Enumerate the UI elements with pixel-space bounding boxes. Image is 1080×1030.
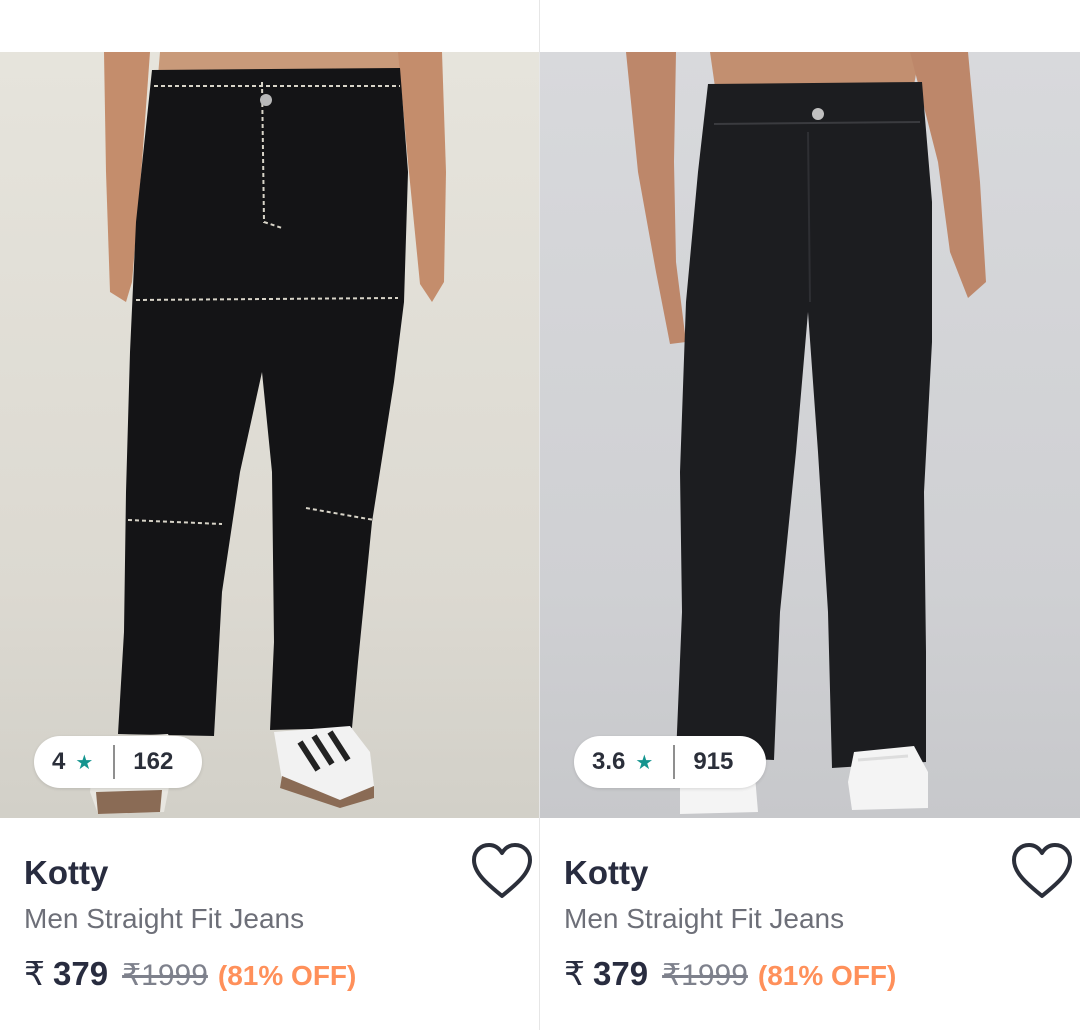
rating-value: 3.6	[592, 748, 626, 775]
rating-badge: 4 ★ 162	[34, 736, 202, 788]
currency-symbol: ₹	[24, 955, 45, 992]
star-icon: ★	[75, 751, 94, 774]
price-row: ₹379 ₹1999 (81% OFF)	[564, 954, 1064, 993]
product-image[interactable]	[0, 52, 540, 818]
price-value: 379	[53, 955, 109, 992]
rating-badge: 3.6 ★ 915	[574, 736, 766, 788]
rating-divider	[113, 745, 116, 779]
product-name: Men Straight Fit Jeans	[24, 903, 305, 934]
selling-price: ₹379	[24, 954, 108, 993]
product-image[interactable]	[540, 52, 1080, 818]
wishlist-button[interactable]	[1010, 842, 1074, 900]
price-value: 379	[593, 955, 649, 992]
rating-count: 915	[693, 748, 734, 775]
product-info[interactable]: Kotty Men Straight Fit Jeans ₹379 ₹1999 …	[24, 818, 524, 993]
product-brand: Kotty	[24, 854, 109, 891]
currency-symbol: ₹	[564, 955, 585, 992]
card-divider	[539, 0, 540, 1030]
rating-divider	[673, 745, 676, 779]
discount-label: (81% OFF)	[217, 960, 357, 991]
jeans-photo-illustration	[90, 52, 446, 814]
star-icon: ★	[635, 751, 654, 774]
original-price: ₹1999	[662, 959, 748, 992]
rating-value: 4	[52, 748, 66, 775]
product-card[interactable]: 3.6 ★ 915 Kotty Men Straight Fit Jeans ₹…	[540, 0, 1080, 1030]
product-grid: 4 ★ 162 Kotty Men Straight Fit Jeans ₹37…	[0, 0, 1080, 1030]
selling-price: ₹379	[564, 954, 648, 993]
heart-outline-icon	[472, 843, 532, 898]
rating-count: 162	[133, 748, 174, 775]
product-card[interactable]: 4 ★ 162 Kotty Men Straight Fit Jeans ₹37…	[0, 0, 540, 1030]
product-brand: Kotty	[564, 854, 649, 891]
product-info[interactable]: Kotty Men Straight Fit Jeans ₹379 ₹1999 …	[564, 818, 1064, 993]
jeans-photo-illustration	[626, 52, 986, 814]
product-name: Men Straight Fit Jeans	[564, 903, 845, 934]
price-row: ₹379 ₹1999 (81% OFF)	[24, 954, 524, 993]
heart-outline-icon	[1012, 843, 1072, 898]
wishlist-button[interactable]	[470, 842, 534, 900]
discount-label: (81% OFF)	[757, 960, 897, 991]
original-price: ₹1999	[122, 959, 208, 992]
